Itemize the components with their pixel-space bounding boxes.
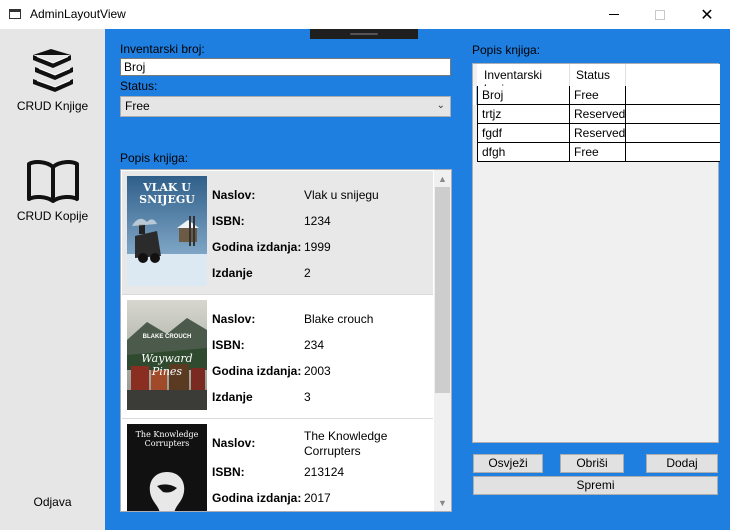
column-header-status[interactable]: Status bbox=[570, 64, 626, 86]
scroll-up-icon[interactable]: ▲ bbox=[434, 170, 451, 187]
copies-list-label: Popis knjiga: bbox=[472, 43, 541, 57]
table-row[interactable]: dfgh Free bbox=[477, 143, 720, 162]
isbn-field-label: ISBN: bbox=[212, 338, 245, 352]
title-field-label: Naslov: bbox=[212, 436, 256, 450]
list-item[interactable]: VLAK U SNIJEGU Naslov: Vlak u snijegu IS… bbox=[122, 171, 433, 295]
window-handle bbox=[310, 29, 418, 39]
delete-button[interactable]: Obriši bbox=[560, 454, 624, 473]
cell-status[interactable]: Reserved bbox=[570, 124, 626, 142]
title-field-value: Blake crouch bbox=[304, 312, 374, 326]
cell-status[interactable]: Free bbox=[570, 143, 626, 161]
year-field-value: 2003 bbox=[304, 364, 331, 378]
minimize-button[interactable] bbox=[591, 0, 637, 29]
table-row[interactable]: fgdf Reserved bbox=[477, 124, 720, 143]
cell-status[interactable]: Reserved bbox=[570, 105, 626, 123]
book-cover-author: BLAKE CROUCH bbox=[142, 334, 192, 340]
column-header-filler bbox=[626, 64, 720, 86]
status-select[interactable]: Free ⌄ bbox=[120, 96, 451, 117]
scroll-down-icon[interactable]: ▼ bbox=[434, 494, 451, 511]
maximize-icon bbox=[655, 9, 665, 20]
book-cover-title: The Knowledge Corrupters bbox=[135, 430, 199, 448]
status-select-value: Free bbox=[125, 99, 150, 113]
window-title: AdminLayoutView bbox=[30, 7, 126, 21]
cell-inventory[interactable]: dfgh bbox=[477, 143, 570, 161]
logout-button[interactable]: Odjava bbox=[0, 495, 105, 509]
title-field-value: Vlak u snijegu bbox=[304, 188, 379, 202]
maximize-button[interactable] bbox=[637, 0, 683, 29]
add-button[interactable]: Dodaj bbox=[646, 454, 718, 473]
edition-field-label: Izdanje bbox=[212, 266, 253, 280]
title-field-label: Naslov: bbox=[212, 312, 256, 326]
minimize-icon bbox=[609, 14, 619, 15]
list-item[interactable]: BLAKE CROUCH Wayward Pines Naslov: Blake… bbox=[122, 295, 433, 419]
scrollbar-thumb[interactable] bbox=[435, 187, 450, 393]
book-list-scrollbar[interactable]: ▲ ▼ bbox=[434, 170, 451, 511]
books-icon bbox=[32, 49, 73, 92]
close-button[interactable]: ✕ bbox=[684, 0, 730, 29]
sidebar-item-label: CRUD Kopije bbox=[16, 209, 89, 223]
isbn-field-label: ISBN: bbox=[212, 465, 245, 479]
grid-header: Inventarski broj Status bbox=[477, 64, 720, 96]
edition-field-label: Izdanje bbox=[212, 390, 253, 404]
main-panel: Inventarski broj: Broj Status: Free ⌄ Po… bbox=[105, 29, 730, 530]
cell-inventory[interactable]: Broj bbox=[477, 86, 570, 104]
cell-inventory[interactable]: trtjz bbox=[477, 105, 570, 123]
cell-filler bbox=[626, 105, 720, 123]
isbn-field-value: 234 bbox=[304, 338, 325, 352]
title-field-value: The Knowledge Corrupters bbox=[304, 429, 388, 458]
book-list-label: Popis knjiga: bbox=[120, 151, 189, 165]
chevron-down-icon: ⌄ bbox=[436, 100, 445, 111]
refresh-button[interactable]: Osvježi bbox=[473, 454, 543, 473]
year-field-value: 2017 bbox=[304, 491, 331, 505]
edition-field-value: 2 bbox=[304, 266, 311, 280]
app-window-icon bbox=[9, 9, 21, 19]
title-bar: AdminLayoutView ✕ bbox=[0, 0, 730, 29]
status-label: Status: bbox=[120, 79, 158, 93]
sidebar-item-crud-knjige[interactable]: CRUD Knjige bbox=[0, 49, 105, 113]
year-field-value: 1999 bbox=[304, 240, 331, 254]
book-cover-image: BLAKE CROUCH Wayward Pines bbox=[127, 300, 207, 410]
copies-grid[interactable]: Inventarski broj Status Broj Free trtjz … bbox=[472, 63, 720, 443]
column-header-inventory[interactable]: Inventarski broj bbox=[477, 64, 570, 96]
book-cover-image: The Knowledge Corrupters bbox=[127, 424, 207, 511]
cell-filler bbox=[626, 143, 720, 161]
book-cover-image: VLAK U SNIJEGU bbox=[127, 176, 207, 286]
sidebar: CRUD Knjige CRUD Kopije Odjava bbox=[0, 29, 105, 530]
table-row[interactable]: trtjz Reserved bbox=[477, 105, 720, 124]
save-button[interactable]: Spremi bbox=[473, 476, 718, 495]
book-list[interactable]: VLAK U SNIJEGU Naslov: Vlak u snijegu IS… bbox=[120, 169, 452, 512]
isbn-field-label: ISBN: bbox=[212, 214, 245, 228]
book-cover-title: VLAK U SNIJEGU bbox=[139, 181, 195, 206]
year-field-label: Godina izdanja: bbox=[212, 364, 302, 378]
isbn-field-value: 213124 bbox=[304, 465, 345, 479]
year-field-label: Godina izdanja: bbox=[212, 491, 302, 505]
book-cover-title: Wayward Pines bbox=[141, 352, 193, 378]
isbn-field-value: 1234 bbox=[304, 214, 331, 228]
edition-field-value: 3 bbox=[304, 390, 311, 404]
cell-status[interactable]: Free bbox=[570, 86, 626, 104]
table-row[interactable]: Broj Free bbox=[477, 86, 720, 105]
year-field-label: Godina izdanja: bbox=[212, 240, 302, 254]
close-icon: ✕ bbox=[700, 6, 714, 24]
cell-filler bbox=[626, 86, 720, 104]
cell-filler bbox=[626, 124, 720, 142]
inventory-label: Inventarski broj: bbox=[120, 42, 205, 56]
list-item[interactable]: The Knowledge Corrupters Naslov: The Kno… bbox=[122, 419, 433, 511]
sidebar-item-label: CRUD Knjige bbox=[16, 99, 89, 113]
open-book-icon bbox=[26, 160, 79, 203]
sidebar-item-crud-kopije[interactable]: CRUD Kopije bbox=[0, 159, 105, 223]
cell-inventory[interactable]: fgdf bbox=[477, 124, 570, 142]
inventory-input[interactable]: Broj bbox=[120, 58, 451, 76]
title-field-label: Naslov: bbox=[212, 188, 256, 202]
